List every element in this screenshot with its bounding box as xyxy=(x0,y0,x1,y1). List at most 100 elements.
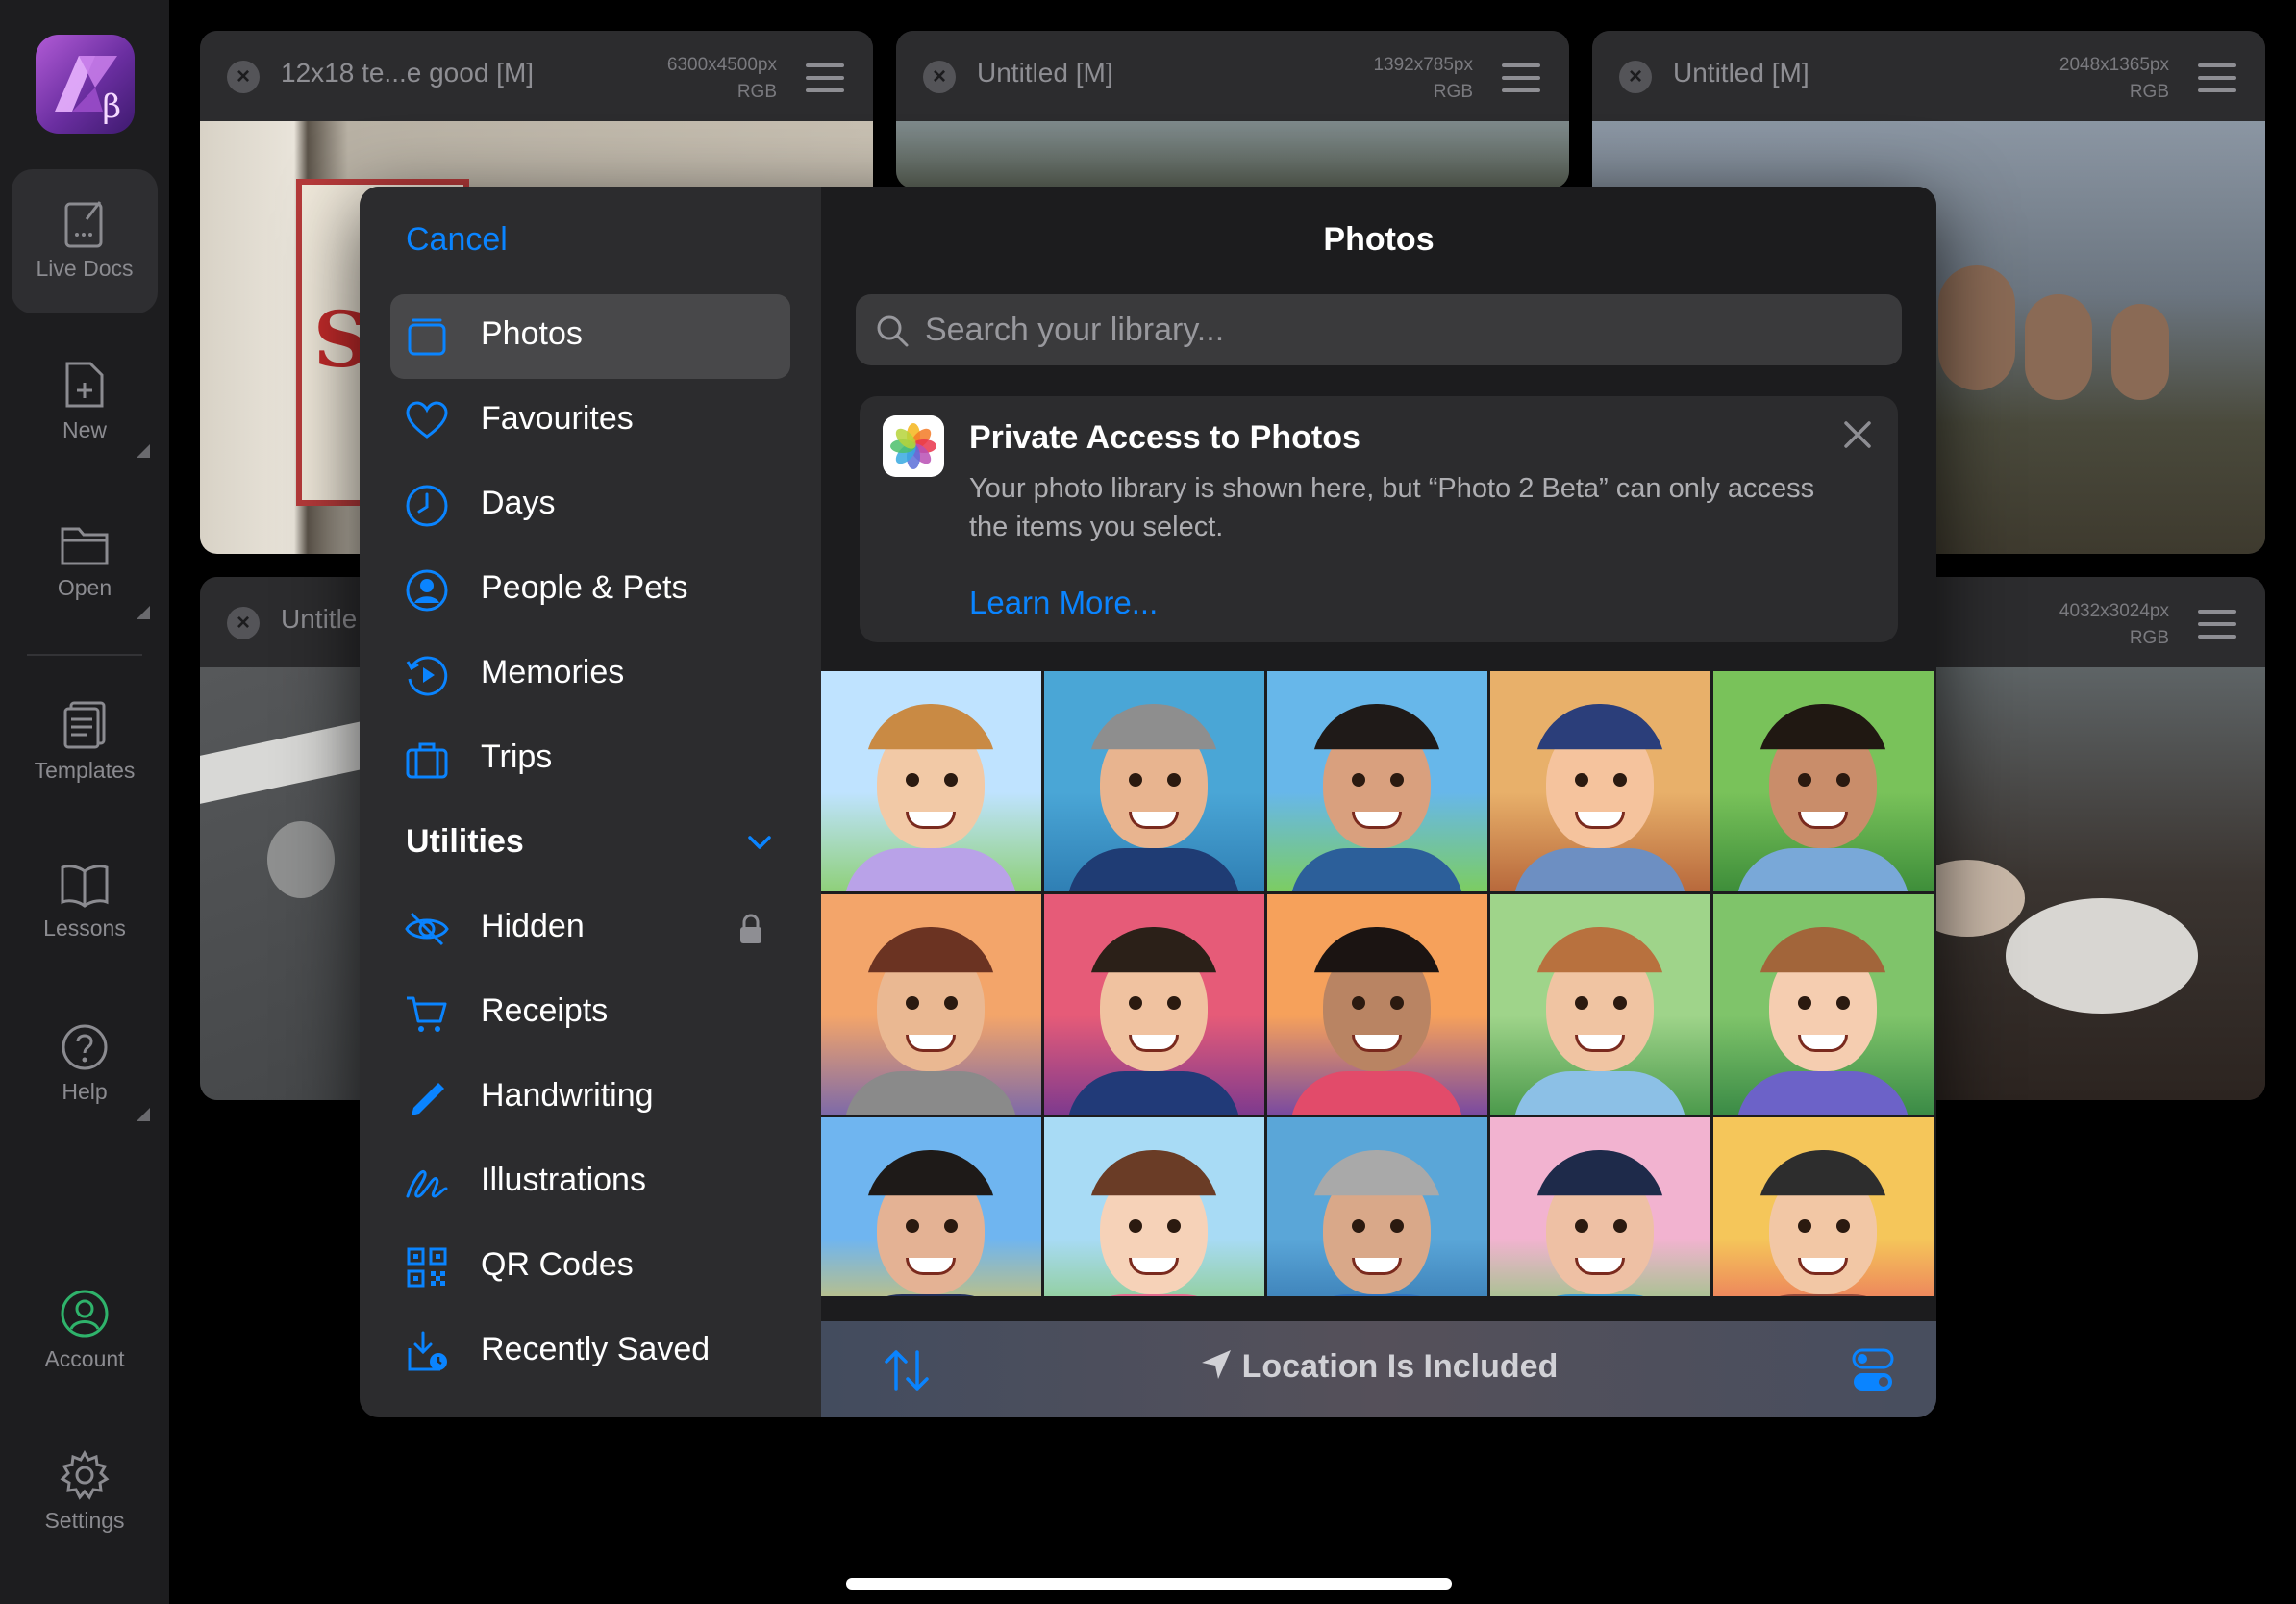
photo-thumbnail[interactable] xyxy=(1490,671,1710,891)
search-input[interactable] xyxy=(925,304,1867,356)
nav-item-illustrations[interactable]: Illustrations xyxy=(390,1140,790,1225)
clock-icon xyxy=(406,485,448,527)
document-menu-icon[interactable] xyxy=(806,63,844,101)
pencil-icon xyxy=(412,1083,444,1115)
nav-item-label: People & Pets xyxy=(481,569,688,606)
nav-item-label: Hidden xyxy=(481,908,585,944)
sidebar-label: Settings xyxy=(44,1508,125,1533)
document-menu-icon[interactable] xyxy=(1502,63,1540,101)
person-circle-icon xyxy=(406,569,448,612)
document-card[interactable]: × Untitled [M] 1392x785px RGB xyxy=(896,31,1569,188)
location-label: Location Is Included xyxy=(1241,1348,1559,1385)
nav-item-days[interactable]: Days xyxy=(390,464,790,548)
nav-item-label: Illustrations xyxy=(481,1162,646,1198)
nav-item-qr-codes[interactable]: QR Codes xyxy=(390,1225,790,1310)
close-document-icon[interactable]: × xyxy=(227,61,260,93)
sidebar-item-templates[interactable]: Templates xyxy=(12,671,158,815)
photo-thumbnail[interactable] xyxy=(1044,671,1264,891)
nav-item-label: QR Codes xyxy=(481,1246,634,1283)
photo-thumbnail[interactable] xyxy=(1044,894,1264,1115)
photo-picker-dialog: Cancel Photos Favourites Days People & P… xyxy=(360,187,1936,1417)
nav-item-memories[interactable]: Memories xyxy=(390,633,790,717)
picker-title: Photos xyxy=(1323,221,1435,258)
heart-icon xyxy=(406,401,448,439)
photo-grid xyxy=(821,671,1936,1296)
notice-body: Your photo library is shown here, but “P… xyxy=(969,473,1815,542)
document-info: 1392x785px RGB xyxy=(1373,55,1473,102)
document-menu-icon[interactable] xyxy=(2198,63,2236,101)
sidebar-label: Lessons xyxy=(43,915,126,940)
sidebar-item-new[interactable]: New xyxy=(12,331,158,475)
gear-icon xyxy=(60,1450,110,1500)
cancel-button[interactable]: Cancel xyxy=(406,221,508,259)
beta-badge: β xyxy=(102,88,121,126)
photo-thumbnail[interactable] xyxy=(821,1117,1041,1296)
nav-item-label: Recently Saved xyxy=(481,1331,711,1367)
photo-thumbnail[interactable] xyxy=(1267,1117,1487,1296)
scribble-icon xyxy=(406,1170,448,1198)
lock-icon xyxy=(740,914,761,943)
document-menu-icon[interactable] xyxy=(2198,610,2236,647)
learn-more-link[interactable]: Learn More... xyxy=(969,585,1158,621)
sidebar-item-account[interactable]: Account xyxy=(12,1260,158,1404)
app-logo[interactable]: β xyxy=(36,35,135,134)
nav-item-label: Handwriting xyxy=(481,1077,654,1114)
photo-thumbnail[interactable] xyxy=(1267,894,1487,1115)
nav-item-label: Trips xyxy=(481,739,553,775)
close-document-icon[interactable]: × xyxy=(1619,61,1652,93)
location-arrow-icon xyxy=(1201,1350,1231,1379)
options-toggle-icon[interactable] xyxy=(1852,1348,1894,1392)
home-indicator[interactable] xyxy=(846,1578,1452,1590)
account-icon xyxy=(61,1290,109,1338)
submenu-indicator xyxy=(137,606,150,619)
picker-toolbar: Location Is Included xyxy=(821,1321,1936,1417)
nav-item-favourites[interactable]: Favourites xyxy=(390,379,790,464)
photo-thumbnail[interactable] xyxy=(1044,1117,1264,1296)
nav-item-recently-saved[interactable]: Recently Saved xyxy=(390,1310,790,1394)
document-thumbnail xyxy=(896,121,1569,188)
document-title: 12x18 te...e good [M] xyxy=(281,58,535,88)
document-info: 6300x4500px RGB xyxy=(666,55,777,102)
photo-thumbnail[interactable] xyxy=(1713,671,1934,891)
search-bar[interactable] xyxy=(856,294,1902,365)
document-title: Untitled [M] xyxy=(977,58,1113,88)
app-sidebar: β Live Docs New Open Templates Lessons H… xyxy=(0,0,169,1604)
utilities-header[interactable]: Utilities xyxy=(406,823,524,861)
sidebar-divider xyxy=(27,654,142,656)
nav-item-trips[interactable]: Trips xyxy=(390,717,790,802)
sidebar-item-settings[interactable]: Settings xyxy=(12,1421,158,1566)
document-header: × Untitled [M] 2048x1365px RGB xyxy=(1592,31,2265,121)
nav-item-label: Memories xyxy=(481,654,625,690)
nav-item-hidden[interactable]: Hidden xyxy=(390,887,790,971)
cart-icon xyxy=(407,996,447,1032)
photo-thumbnail[interactable] xyxy=(1267,671,1487,891)
close-document-icon[interactable]: × xyxy=(923,61,956,93)
sidebar-item-open[interactable]: Open xyxy=(12,492,158,637)
nav-item-handwriting[interactable]: Handwriting xyxy=(390,1056,790,1140)
sidebar-item-lessons[interactable]: Lessons xyxy=(12,833,158,977)
memories-play-icon xyxy=(406,656,448,696)
nav-item-label: Receipts xyxy=(481,992,609,1029)
close-icon[interactable] xyxy=(1836,414,1879,456)
nav-item-people-pets[interactable]: People & Pets xyxy=(390,548,790,633)
picker-main-pane: Photos Private Access to Photos xyxy=(821,187,1936,1417)
close-document-icon[interactable]: × xyxy=(227,607,260,639)
photo-thumbnail[interactable] xyxy=(821,894,1041,1115)
nav-item-receipts[interactable]: Receipts xyxy=(390,971,790,1056)
photo-thumbnail[interactable] xyxy=(821,671,1041,891)
sidebar-item-help[interactable]: Help xyxy=(12,994,158,1139)
nav-item-photos[interactable]: Photos xyxy=(390,294,790,379)
picker-sidebar: Cancel Photos Favourites Days People & P… xyxy=(360,187,821,1417)
book-icon xyxy=(61,865,109,908)
private-access-notice: Private Access to Photos Your photo libr… xyxy=(860,396,1898,642)
new-document-icon xyxy=(65,362,104,408)
photo-thumbnail[interactable] xyxy=(1713,894,1934,1115)
document-info: 4032x3024px RGB xyxy=(2059,601,2169,648)
tray-download-icon xyxy=(408,1331,447,1371)
photo-thumbnail[interactable] xyxy=(1490,894,1710,1115)
photo-thumbnail[interactable] xyxy=(1490,1117,1710,1296)
sidebar-item-live-docs[interactable]: Live Docs xyxy=(12,169,158,313)
photo-thumbnail[interactable] xyxy=(1713,1117,1934,1296)
chevron-down-icon[interactable] xyxy=(746,833,773,852)
location-status[interactable]: Location Is Included xyxy=(821,1348,1936,1386)
